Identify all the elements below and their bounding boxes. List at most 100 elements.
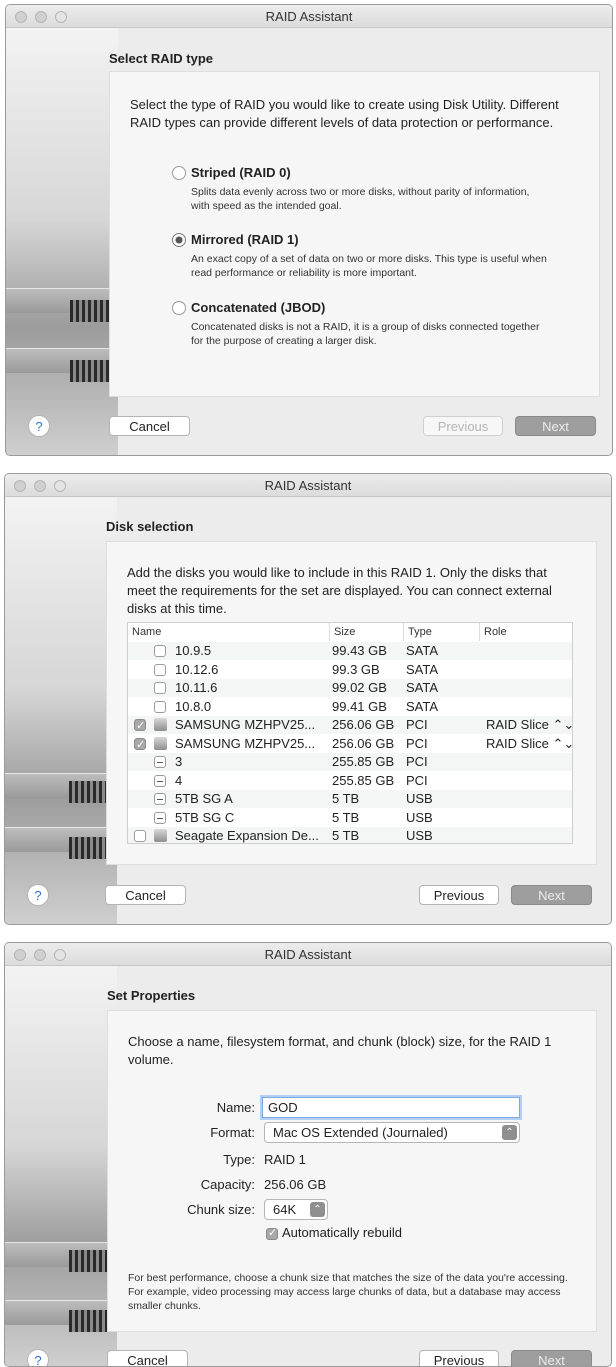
content-panel: Add the disks you would like to include … bbox=[106, 541, 597, 865]
option-description: Splits data evenly across two or more di… bbox=[191, 186, 530, 212]
checkbox-box[interactable] bbox=[266, 1226, 278, 1240]
hard-disk-icon bbox=[154, 829, 167, 842]
raid-illustration bbox=[5, 966, 117, 1366]
include-disk-checkbox[interactable] bbox=[154, 682, 166, 694]
intro-text: Select the type of RAID you would like t… bbox=[130, 97, 559, 130]
raid-assistant-window-disk-selection: RAID Assistant Disk selection Add the di… bbox=[4, 473, 612, 925]
disk-type: SATA bbox=[406, 643, 439, 658]
disk-name: SAMSUNG MZHPV25... bbox=[175, 735, 316, 751]
table-row[interactable]: 10.8.0 99.41 GB SATA bbox=[128, 698, 572, 716]
disk-name: 4 bbox=[175, 772, 183, 788]
option-concatenated[interactable]: Concatenated (JBOD) Concatenated disks i… bbox=[172, 300, 552, 350]
option-mirrored[interactable]: Mirrored (RAID 1) An exact copy of a set… bbox=[172, 232, 552, 282]
window-title: RAID Assistant bbox=[264, 478, 352, 493]
disk-name: 10.9.5 bbox=[175, 643, 212, 658]
disk-size: 5 TB bbox=[332, 828, 360, 843]
table-row[interactable]: 3 255.85 GB PCI bbox=[128, 753, 572, 771]
chunk-size-label: Chunk size: bbox=[187, 1202, 255, 1217]
next-button[interactable]: Next bbox=[511, 885, 592, 905]
disk-role[interactable]: RAID Slice ⌃⌄ bbox=[486, 735, 572, 753]
disk-size: 255.85 GB bbox=[332, 754, 395, 769]
intro-text: Add the disks you would like to include … bbox=[127, 565, 552, 616]
auto-rebuild-checkbox[interactable]: Automatically rebuild bbox=[264, 1225, 464, 1243]
chunk-size-popup[interactable]: 64K ⌃ bbox=[264, 1199, 328, 1220]
cancel-button[interactable]: Cancel bbox=[109, 416, 190, 436]
mirrored-radio[interactable] bbox=[172, 233, 186, 247]
disk-role[interactable]: RAID Slice ⌃⌄ bbox=[486, 716, 572, 734]
disk-name: Seagate Expansion De... bbox=[175, 828, 319, 843]
intro-text: Choose a name, filesystem format, and ch… bbox=[128, 1034, 552, 1067]
help-button[interactable]: ? bbox=[27, 1349, 49, 1366]
disk-size: 99.43 GB bbox=[332, 643, 387, 658]
auto-rebuild-label: Automatically rebuild bbox=[282, 1225, 402, 1240]
format-label: Format: bbox=[210, 1125, 255, 1140]
include-disk-checkbox[interactable] bbox=[134, 736, 146, 754]
title-bar: RAID Assistant bbox=[6, 5, 612, 28]
format-value: Mac OS Extended (Journaled) bbox=[273, 1125, 448, 1140]
page-title: Set Properties bbox=[107, 988, 196, 1003]
include-disk-checkbox[interactable] bbox=[134, 717, 146, 735]
include-disk-checkbox[interactable] bbox=[154, 811, 166, 824]
option-striped[interactable]: Striped (RAID 0) Splits data evenly acro… bbox=[172, 165, 552, 215]
column-header-role[interactable]: Role bbox=[480, 623, 572, 641]
table-row[interactable]: SAMSUNG MZHPV25... 256.06 GB PCI RAID Slice… bbox=[128, 716, 572, 735]
include-disk-checkbox[interactable] bbox=[154, 645, 166, 657]
type-value: RAID 1 bbox=[264, 1152, 306, 1167]
cancel-button[interactable]: Cancel bbox=[107, 1350, 188, 1366]
next-button[interactable]: Next bbox=[511, 1350, 592, 1366]
hard-disk-icon bbox=[154, 718, 167, 731]
previous-button[interactable]: Previous bbox=[419, 1350, 499, 1366]
type-label: Type: bbox=[223, 1152, 255, 1167]
previous-button[interactable]: Previous bbox=[423, 416, 503, 436]
disk-name: 5TB SG A bbox=[175, 791, 233, 806]
table-row[interactable]: 5TB SG A 5 TB USB bbox=[128, 790, 572, 808]
table-row[interactable]: 10.9.5 99.43 GB SATA bbox=[128, 642, 572, 660]
table-row[interactable]: 4 255.85 GB PCI bbox=[128, 772, 572, 790]
disk-name: 10.12.6 bbox=[175, 661, 219, 677]
include-disk-checkbox[interactable] bbox=[154, 793, 166, 805]
table-row[interactable]: 5TB SG C 5 TB USB bbox=[128, 809, 572, 827]
disk-size: 5 TB bbox=[332, 791, 360, 806]
disk-size: 99.02 GB bbox=[332, 680, 387, 695]
disk-size: 256.06 GB bbox=[332, 735, 395, 751]
striped-radio[interactable] bbox=[172, 166, 186, 180]
name-field[interactable]: GOD bbox=[262, 1097, 520, 1118]
disk-name: 10.8.0 bbox=[175, 698, 212, 714]
next-button[interactable]: Next bbox=[515, 416, 596, 436]
disk-type: PCI bbox=[406, 772, 428, 788]
disk-name: 5TB SG C bbox=[175, 809, 235, 825]
cancel-button[interactable]: Cancel bbox=[105, 885, 186, 905]
format-popup[interactable]: Mac OS Extended (Journaled) ⌃ bbox=[264, 1122, 520, 1143]
disk-table: Name Size Type Role 10.9.5 99.43 GB SATA 10… bbox=[127, 622, 573, 844]
capacity-value: 256.06 GB bbox=[264, 1177, 327, 1192]
disk-name: 10.11.6 bbox=[175, 680, 218, 695]
table-row[interactable]: Seagate Expansion De... 5 TB USB bbox=[128, 827, 572, 843]
raid-assistant-window-raid-type: RAID Assistant Select RAID type Select t… bbox=[5, 4, 613, 456]
disk-size: 256.06 GB bbox=[332, 717, 395, 732]
help-button[interactable]: ? bbox=[28, 415, 50, 437]
chevron-updown-icon: ⌃ bbox=[310, 1202, 325, 1217]
name-label: Name: bbox=[216, 1100, 255, 1115]
include-disk-checkbox[interactable] bbox=[154, 774, 166, 787]
table-row[interactable]: SAMSUNG MZHPV25... 256.06 GB PCI RAID Slice… bbox=[128, 735, 572, 754]
disk-size: 255.85 GB bbox=[332, 772, 395, 788]
disk-type: PCI bbox=[406, 717, 428, 732]
table-row[interactable]: 10.11.6 99.02 GB SATA bbox=[128, 679, 572, 697]
content-panel: Select the type of RAID you would like t… bbox=[109, 71, 600, 397]
previous-button[interactable]: Previous bbox=[419, 885, 499, 905]
hard-disk-icon bbox=[154, 736, 167, 750]
page-title: Disk selection bbox=[106, 519, 194, 534]
table-row[interactable]: 10.12.6 99.3 GB SATA bbox=[128, 661, 572, 679]
help-button[interactable]: ? bbox=[27, 884, 49, 906]
raid-assistant-window-set-properties: RAID Assistant Set Properties Choose a n… bbox=[4, 942, 612, 1367]
disk-type: SATA bbox=[406, 698, 439, 714]
column-header-size[interactable]: Size bbox=[330, 623, 404, 641]
column-header-type[interactable]: Type bbox=[404, 623, 480, 641]
include-disk-checkbox[interactable] bbox=[134, 830, 146, 842]
column-header-name[interactable]: Name bbox=[128, 623, 330, 641]
option-label: Striped (RAID 0) bbox=[191, 165, 291, 180]
include-disk-checkbox[interactable] bbox=[154, 756, 166, 768]
concatenated-radio[interactable] bbox=[172, 301, 186, 315]
include-disk-checkbox[interactable] bbox=[154, 700, 166, 713]
include-disk-checkbox[interactable] bbox=[154, 663, 166, 676]
